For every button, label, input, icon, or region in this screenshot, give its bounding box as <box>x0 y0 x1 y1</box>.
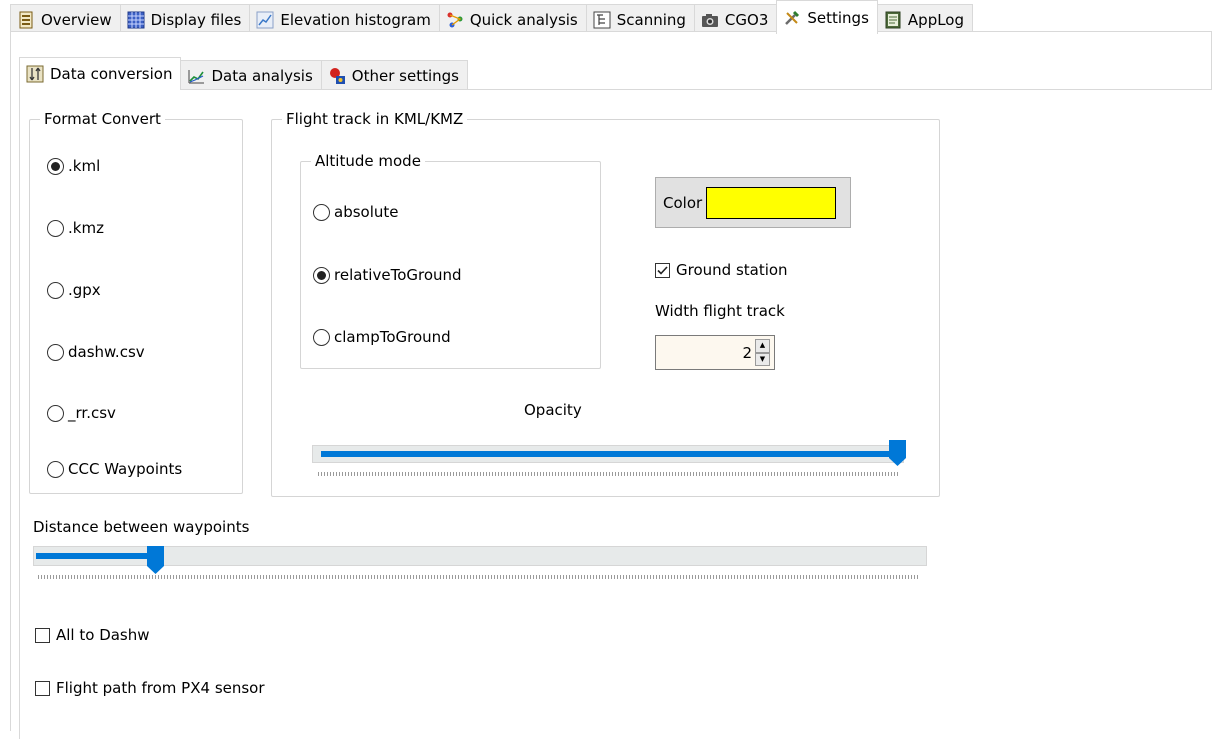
format-convert-group: Format Convert <box>29 110 243 494</box>
tab-display-files[interactable]: Display files <box>119 4 251 34</box>
radio-button[interactable] <box>313 266 330 284</box>
tab-label: Other settings <box>351 66 459 85</box>
tools-icon <box>783 9 801 27</box>
radio-button[interactable] <box>47 219 64 237</box>
width-flight-track-spinner[interactable]: 2 ▲ ▼ <box>655 335 775 370</box>
distance-slider-thumb[interactable] <box>146 546 164 574</box>
tab-label: Elevation histogram <box>280 10 431 29</box>
tab-label: Data conversion <box>50 65 173 83</box>
option-label: _rr.csv <box>68 404 116 422</box>
format-option-ccc-waypoints[interactable]: CCC Waypoints <box>47 460 182 478</box>
arrow-down-icon: ▼ <box>759 354 766 363</box>
camera-icon <box>701 11 719 29</box>
all-to-dashw-checkbox[interactable]: All to Dashw <box>35 626 150 644</box>
option-label: clampToGround <box>334 328 451 346</box>
tab-scanning[interactable]: Scanning <box>585 4 695 34</box>
distance-slider-track[interactable] <box>33 546 927 566</box>
tab-cgo3[interactable]: CGO3 <box>693 4 778 34</box>
tab-data-analysis[interactable]: Data analysis <box>180 60 322 90</box>
convert-icon <box>26 65 44 83</box>
tab-label: Settings <box>807 8 869 27</box>
option-label: .kmz <box>68 219 104 237</box>
graph-icon <box>187 67 205 85</box>
option-label: .gpx <box>68 281 101 299</box>
misc-settings-icon <box>328 67 346 85</box>
color-swatch[interactable] <box>706 186 837 219</box>
tab-label: Quick analysis <box>469 10 578 29</box>
radio-button[interactable] <box>47 343 64 361</box>
radio-button[interactable] <box>313 328 330 346</box>
flight-path-from-px4-checkbox[interactable]: Flight path from PX4 sensor <box>35 679 265 697</box>
option-label: absolute <box>334 203 399 221</box>
tree-icon <box>593 11 611 29</box>
checkbox[interactable] <box>655 262 670 278</box>
radio-button[interactable] <box>47 404 64 422</box>
tab-label: Display files <box>150 10 242 29</box>
overview-icon <box>17 11 35 29</box>
format-convert-title: Format Convert <box>40 110 165 128</box>
ground-station-label: Ground station <box>676 261 788 279</box>
color-label: Color <box>663 193 703 212</box>
option-label: relativeToGround <box>334 266 462 284</box>
grid-icon <box>127 11 145 29</box>
distance-slider-ticks <box>38 575 920 579</box>
opacity-slider-fill <box>321 451 897 457</box>
option-label: CCC Waypoints <box>68 460 183 478</box>
checkbox[interactable] <box>35 680 50 696</box>
tab-elevation-histogram[interactable]: Elevation histogram <box>249 4 440 34</box>
distance-between-waypoints-label: Distance between waypoints <box>33 518 250 536</box>
tab-settings[interactable]: Settings <box>776 0 878 34</box>
chart-icon <box>256 11 274 29</box>
format-option-kml[interactable]: .kml <box>47 157 100 175</box>
arrow-up-icon: ▲ <box>759 341 766 350</box>
px4-label: Flight path from PX4 sensor <box>56 679 265 697</box>
radio-button[interactable] <box>47 281 64 299</box>
tab-label: CGO3 <box>724 10 769 29</box>
radio-button[interactable] <box>47 157 64 175</box>
tab-applog[interactable]: AppLog <box>876 4 974 34</box>
altitude-option-clamp-to-ground[interactable]: clampToGround <box>313 328 451 346</box>
checkbox[interactable] <box>35 627 50 643</box>
opacity-label: Opacity <box>524 401 582 419</box>
radio-button[interactable] <box>47 460 64 478</box>
path-icon <box>446 11 464 29</box>
format-option-kmz[interactable]: .kmz <box>47 219 104 237</box>
opacity-slider-thumb[interactable] <box>888 440 906 466</box>
tab-quick-analysis[interactable]: Quick analysis <box>438 4 587 34</box>
radio-button[interactable] <box>313 203 330 221</box>
main-tab-strip: Overview Display files Elevation histogr… <box>10 0 974 34</box>
tab-other-settings[interactable]: Other settings <box>320 60 468 90</box>
tab-label: AppLog <box>907 10 965 29</box>
altitude-mode-title: Altitude mode <box>311 152 425 170</box>
ground-station-checkbox[interactable]: Ground station <box>655 261 788 279</box>
width-value[interactable]: 2 <box>742 344 755 362</box>
altitude-option-absolute[interactable]: absolute <box>313 203 399 221</box>
color-button[interactable]: Color <box>655 177 851 228</box>
altitude-option-relative-to-ground[interactable]: relativeToGround <box>313 266 462 284</box>
tab-overview[interactable]: Overview <box>10 4 121 34</box>
distance-slider-fill <box>36 553 156 559</box>
flight-track-title: Flight track in KML/KMZ <box>282 110 468 128</box>
all-to-dashw-label: All to Dashw <box>56 626 150 644</box>
spin-down-button[interactable]: ▼ <box>755 352 770 366</box>
tab-data-conversion[interactable]: Data conversion <box>19 57 182 90</box>
log-icon <box>884 11 902 29</box>
width-flight-track-label: Width flight track <box>655 302 785 320</box>
tab-label: Data analysis <box>211 66 313 85</box>
option-label: .kml <box>68 157 101 175</box>
tab-label: Overview <box>41 10 112 29</box>
option-label: dashw.csv <box>68 343 145 361</box>
checkmark-icon <box>657 265 668 275</box>
spin-up-button[interactable]: ▲ <box>755 339 770 353</box>
format-option-dashw-csv[interactable]: dashw.csv <box>47 343 145 361</box>
tab-label: Scanning <box>616 10 686 29</box>
settings-tab-strip: Data conversion Data analysis Other sett… <box>19 57 468 90</box>
format-option-gpx[interactable]: .gpx <box>47 281 101 299</box>
format-option-rr-csv[interactable]: _rr.csv <box>47 404 116 422</box>
opacity-slider-ticks <box>318 472 900 476</box>
